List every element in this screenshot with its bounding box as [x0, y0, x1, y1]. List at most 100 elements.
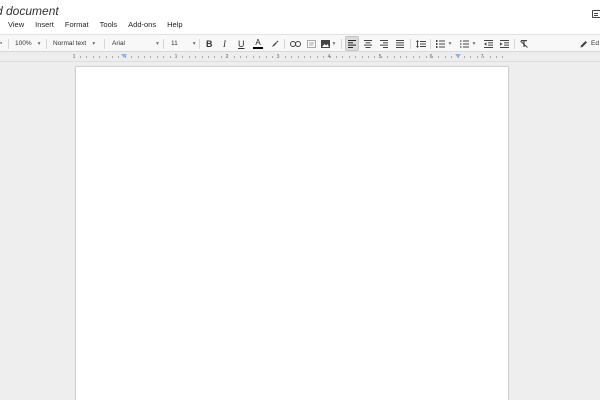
- justify-icon[interactable]: [394, 35, 406, 52]
- ruler-tick: [419, 56, 421, 58]
- ruler-tick: [297, 56, 299, 58]
- document-title[interactable]: d document: [0, 4, 59, 18]
- document-page[interactable]: [75, 66, 509, 400]
- ruler-tick: [272, 56, 273, 58]
- ruler-tick: [438, 56, 440, 58]
- ruler-tick: [214, 56, 216, 58]
- ruler-tick: [476, 56, 478, 58]
- font-size-select[interactable]: 11 ▼: [171, 35, 197, 52]
- ruler-tick: [163, 56, 165, 58]
- ruler-tick: [464, 56, 465, 58]
- bold-button[interactable]: B: [206, 35, 213, 52]
- ruler-tick: [278, 56, 280, 58]
- ruler-tick: [457, 56, 459, 58]
- ruler-tick: [227, 56, 229, 58]
- ruler-tick: [156, 56, 158, 58]
- ruler-tick: [208, 56, 209, 58]
- ruler-tick: [182, 56, 184, 58]
- ruler-tick: [470, 56, 472, 58]
- menu-view[interactable]: View: [8, 19, 24, 31]
- style-select[interactable]: Normal text ▼: [53, 35, 96, 52]
- menu-insert[interactable]: Insert: [35, 19, 54, 31]
- ruler-tick: [432, 56, 433, 58]
- underline-button[interactable]: U: [238, 35, 245, 52]
- ruler-tick: [400, 56, 401, 58]
- ruler-tick: [284, 56, 286, 58]
- text-color-swatch: [253, 47, 263, 49]
- text-color-label: A: [255, 38, 261, 47]
- ruler-tick: [201, 56, 203, 58]
- ruler-tick: [412, 56, 414, 58]
- ruler-tick: [374, 56, 376, 58]
- ruler-tick: [348, 56, 350, 58]
- ruler-tick: [144, 56, 145, 58]
- ruler-tick: [99, 56, 101, 58]
- ruler-tick: [195, 56, 197, 58]
- font-select[interactable]: Arial ▼: [112, 35, 160, 52]
- increase-indent-icon[interactable]: [498, 35, 510, 52]
- ruler-tick: [105, 56, 107, 58]
- ruler-number: 1: [72, 54, 76, 60]
- ruler-tick: [240, 56, 241, 58]
- align-left-icon[interactable]: [345, 36, 359, 51]
- ruler-tick: [252, 56, 254, 58]
- ruler-tick: [112, 56, 113, 58]
- ruler-tick: [118, 56, 120, 58]
- italic-button[interactable]: I: [223, 35, 226, 52]
- ruler-tick: [131, 56, 133, 58]
- ruler-tick: [451, 56, 453, 58]
- ruler-tick: [336, 56, 337, 58]
- ruler-tick: [368, 56, 369, 58]
- ruler-tick: [316, 56, 318, 58]
- clear-formatting-icon[interactable]: [518, 35, 530, 52]
- comments-icon[interactable]: [592, 10, 600, 18]
- ruler-tick: [502, 56, 504, 58]
- ruler-tick: [233, 56, 235, 58]
- ruler-tick: [137, 56, 139, 58]
- ruler-tick: [246, 56, 248, 58]
- ruler: 11234567: [0, 52, 600, 62]
- highlighter-icon[interactable]: [270, 35, 280, 52]
- link-icon[interactable]: [289, 35, 301, 52]
- ruler-tick: [92, 56, 94, 58]
- ruler-tick: [304, 56, 305, 58]
- menu-add-ons[interactable]: Add-ons: [128, 19, 156, 31]
- line-spacing-icon[interactable]: [414, 35, 428, 52]
- menu-format[interactable]: Format: [65, 19, 89, 31]
- style-value: Normal text: [53, 40, 87, 47]
- ruler-tick: [489, 56, 491, 58]
- ruler-tick: [291, 56, 293, 58]
- ruler-tick: [265, 56, 267, 58]
- align-right-icon[interactable]: [378, 35, 390, 52]
- text-color-button[interactable]: A: [253, 35, 263, 52]
- align-center-icon[interactable]: [362, 35, 374, 52]
- ruler-tick: [86, 56, 88, 58]
- bulleted-list-icon[interactable]: ▼: [458, 35, 478, 52]
- zoom-select[interactable]: 100% ▼: [15, 35, 42, 52]
- ruler-tick: [406, 56, 408, 58]
- comment-icon[interactable]: [305, 35, 317, 52]
- ruler-tick: [329, 56, 331, 58]
- editing-mode-button[interactable]: Ed: [580, 35, 599, 52]
- image-icon[interactable]: ▼: [320, 35, 337, 52]
- menu-help[interactable]: Help: [167, 19, 182, 31]
- toolbar: ▪ 100% ▼ Normal text ▼ Arial ▼ 11 ▼ B I U A …: [0, 34, 600, 52]
- ruler-track: 11234567: [72, 54, 510, 60]
- ruler-tick: [259, 56, 261, 58]
- editing-mode-label: Ed: [591, 40, 599, 47]
- ruler-tick: [444, 56, 446, 58]
- header: d document View Insert Format Tools Add-…: [0, 0, 600, 34]
- ruler-tick: [342, 56, 344, 58]
- ruler-tick: [169, 56, 171, 58]
- ruler-tick: [150, 56, 152, 58]
- zoom-value: 100%: [15, 40, 32, 47]
- ruler-tick: [323, 56, 325, 58]
- pencil-icon: [580, 40, 588, 48]
- ruler-tick: [425, 56, 427, 58]
- numbered-list-icon[interactable]: ▼: [434, 35, 454, 52]
- ruler-tick: [380, 56, 382, 58]
- menu-tools[interactable]: Tools: [100, 19, 118, 31]
- ruler-tick: [361, 56, 363, 58]
- decrease-indent-icon[interactable]: [482, 35, 494, 52]
- font-size-value: 11: [171, 40, 178, 47]
